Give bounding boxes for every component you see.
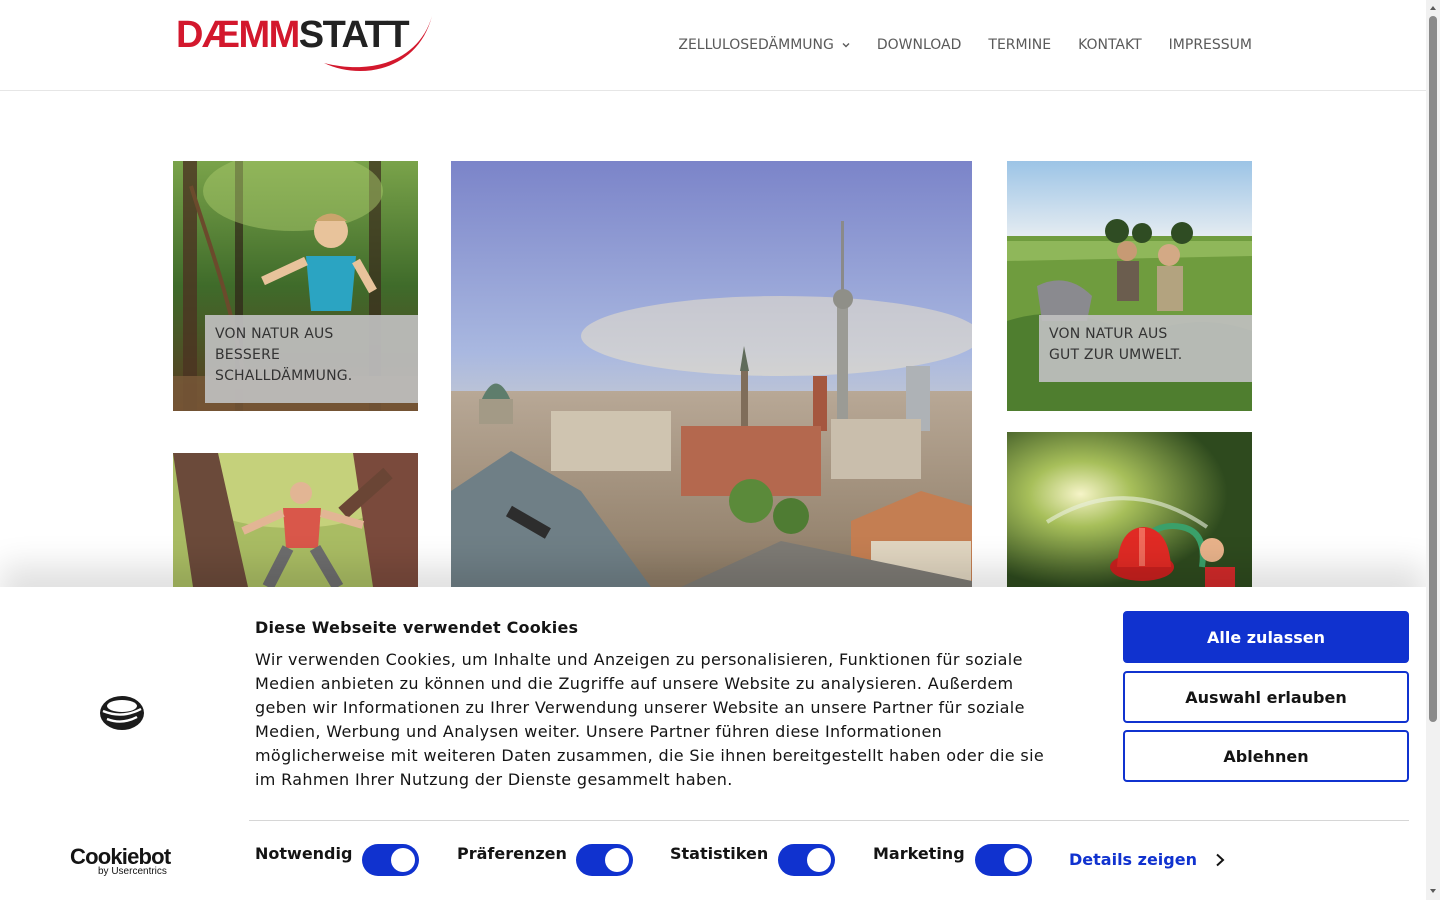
toggle-necessary: Notwendig [255,844,458,863]
nav-item-impressum[interactable]: IMPRESSUM [1169,37,1252,53]
toggle-knob [605,848,629,872]
scroll-up-arrow-icon[interactable] [1429,4,1437,12]
toggle-switch-statistics[interactable] [778,844,835,876]
allow-selection-button[interactable]: Auswahl erlauben [1123,671,1409,723]
toggle-switch-marketing[interactable] [975,844,1032,876]
toggle-switch-necessary[interactable] [362,844,419,876]
nav-item-download[interactable]: DOWNLOAD [877,37,962,53]
toggle-statistics: Statistiken [670,844,784,863]
caption-line: VON NATUR AUS [215,326,334,342]
toggle-label: Statistiken [670,844,769,863]
nav-item-label: ZELLULOSEDÄMMUNG [678,37,834,53]
fire-hose-child-tile[interactable] [1007,432,1252,587]
man-tree-photo [173,453,418,587]
chevron-down-icon [842,43,850,48]
scrollbar-thumb[interactable] [1429,16,1437,722]
cookie-description: Wir verwenden Cookies, um Inhalte und An… [255,650,1045,789]
logo-swoosh-icon [324,16,432,72]
cookie-brand-icon [100,696,144,730]
toggle-knob [391,848,415,872]
man-tree-tile[interactable] [173,453,418,587]
chevron-right-icon [1216,853,1225,866]
daemmstatt-logo[interactable]: DÆMMSTATT [176,14,438,76]
cookiebot-logo[interactable]: Cookiebot by Usercentrics [70,845,180,879]
scroll-down-arrow-icon[interactable] [1429,887,1437,895]
toggle-knob [1004,848,1028,872]
nav-item-kontakt[interactable]: KONTAKT [1078,37,1142,53]
site-header: DÆMMSTATT ZELLULOSEDÄMMUNG DOWNLOAD TERM… [0,0,1426,91]
toggle-label: Notwendig [255,844,353,863]
berlin-skyline-photo [451,161,972,587]
caption-line: SCHALLDÄMMUNG. [215,368,353,384]
boy-forest-tile[interactable]: VON NATUR AUS BESSERE SCHALLDÄMMUNG. [173,161,418,411]
berlin-skyline-tile[interactable] [451,161,972,587]
caption-line: GUT ZUR UMWELT. [1049,347,1183,363]
toggle-preferences: Präferenzen [457,844,583,863]
field-people-tile[interactable]: VON NATUR AUS GUT ZUR UMWELT. [1007,161,1252,411]
cookiebot-byline: by Usercentrics [98,866,167,877]
caption-line: BESSERE [215,347,281,363]
main-navigation: ZELLULOSEDÄMMUNG DOWNLOAD TERMINE KONTAK… [678,37,1252,53]
show-details-link[interactable]: Details zeigen [1069,850,1225,869]
fire-hose-child-photo [1007,432,1252,587]
tile-caption: VON NATUR AUS GUT ZUR UMWELT. [1039,315,1252,382]
nav-item-zellulosedaemmung[interactable]: ZELLULOSEDÄMMUNG [678,37,850,53]
allow-all-button[interactable]: Alle zulassen [1123,611,1409,663]
tile-caption: VON NATUR AUS BESSERE SCHALLDÄMMUNG. [205,315,418,403]
toggle-knob [807,848,831,872]
details-label: Details zeigen [1069,850,1197,869]
toggle-label: Präferenzen [457,844,567,863]
cookie-title: Diese Webseite verwendet Cookies [255,618,579,637]
toggle-label: Marketing [873,844,965,863]
nav-item-termine[interactable]: TERMINE [988,37,1051,53]
cookie-consent-banner: Diese Webseite verwendet Cookies Wir ver… [0,587,1426,900]
deny-button[interactable]: Ablehnen [1123,730,1409,782]
caption-line: VON NATUR AUS [1049,326,1168,342]
toggle-marketing: Marketing [873,844,981,863]
banner-divider [249,820,1409,821]
toggle-switch-preferences[interactable] [576,844,633,876]
page-scrollbar[interactable] [1426,0,1440,900]
